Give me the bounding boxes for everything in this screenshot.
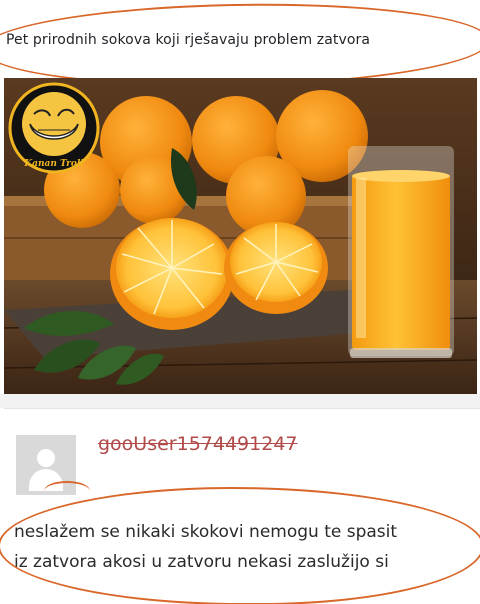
post-header: Pet prirodnih sokova koji rješavaju prob… bbox=[0, 0, 480, 91]
comment-text: neslažem se nikaki skokovi nemogu te spa… bbox=[14, 517, 464, 577]
comment-text-line: iz zatvora akosi u zatvoru nekasi zasluž… bbox=[14, 552, 389, 572]
orange-juice-image: Kanan Troll bbox=[4, 78, 477, 394]
troll-face-watermark: Kanan Troll bbox=[8, 82, 100, 174]
section-divider bbox=[0, 394, 480, 408]
orange-juice bbox=[352, 174, 450, 350]
post-headline: Pet prirodnih sokova koji rješavaju prob… bbox=[6, 32, 371, 48]
comment-username[interactable]: gooUser1574491247 bbox=[98, 433, 298, 455]
comment-card: gooUser1574491247 neslažem se nikaki sko… bbox=[0, 408, 480, 604]
post-photo: Kanan Troll bbox=[4, 78, 477, 394]
user-avatar-icon[interactable] bbox=[16, 435, 76, 495]
comment-text-line: neslažem se nikaki skokovi nemogu te spa… bbox=[14, 522, 398, 542]
watermark-text: Kanan Troll bbox=[23, 159, 84, 169]
